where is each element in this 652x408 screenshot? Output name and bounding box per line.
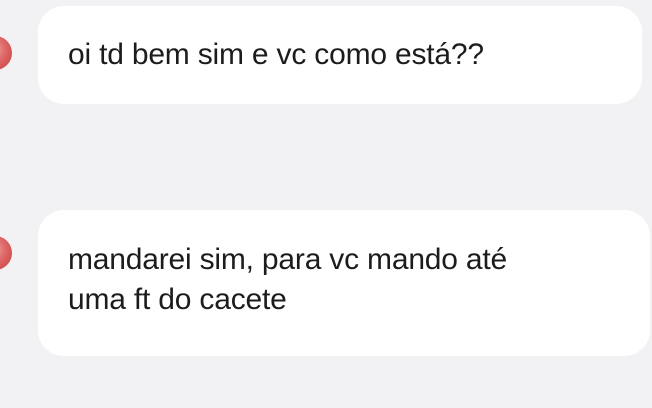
message-text: oi td bem sim e vc como está?? bbox=[68, 38, 484, 71]
contact-avatar[interactable] bbox=[0, 36, 12, 70]
message-text-line: mandarei sim, para vc mando até bbox=[68, 243, 508, 276]
chat-conversation: oi td bem sim e vc como está?? mandarei … bbox=[0, 0, 652, 408]
message-text-line: uma ft do cacete bbox=[68, 283, 287, 316]
contact-avatar[interactable] bbox=[0, 236, 12, 270]
message-bubble[interactable]: oi td bem sim e vc como está?? bbox=[38, 6, 642, 104]
message-bubble[interactable]: mandarei sim, para vc mando até uma ft d… bbox=[38, 210, 650, 356]
